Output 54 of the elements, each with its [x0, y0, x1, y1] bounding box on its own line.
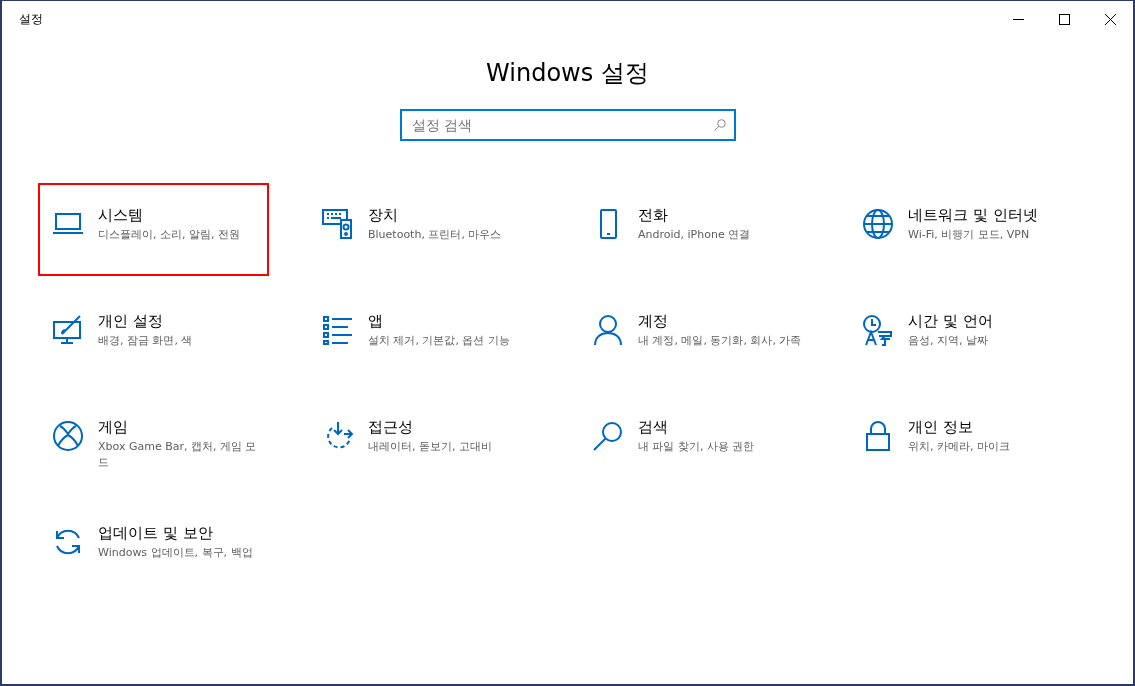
tile-title: 시스템	[98, 205, 144, 225]
tile-title: 장치	[368, 205, 399, 225]
list-icon	[322, 314, 354, 346]
search-field[interactable]: 설정 검색	[399, 109, 736, 141]
search-magnifier-icon	[592, 420, 624, 452]
settings-tile[interactable]: 개인 설정 배경, 잠금 화면, 색	[38, 289, 269, 382]
close-icon	[1104, 13, 1116, 25]
tile-description: Android, iPhone 연결	[638, 227, 752, 243]
monitor-brush-icon	[52, 314, 84, 346]
tile-description: 디스플레이, 소리, 알림, 전원	[98, 227, 241, 243]
tile-title: 전화	[638, 205, 669, 225]
settings-tile[interactable]: 계정 내 계정, 메일, 동기화, 회사, 가족	[578, 289, 809, 382]
settings-tile[interactable]: 접근성 내레이터, 돋보기, 고대비	[308, 395, 539, 488]
settings-tile[interactable]: 장치 Bluetooth, 프린터, 마우스	[308, 183, 539, 276]
tile-title: 업데이트 및 보안	[98, 523, 214, 543]
tile-description: Wi-Fi, 비행기 모드, VPN	[908, 227, 1031, 243]
tile-title: 접근성	[368, 417, 414, 437]
tile-title: 계정	[638, 311, 669, 331]
tile-description: 음성, 지역, 날짜	[908, 333, 989, 349]
tile-description: 내레이터, 돋보기, 고대비	[368, 439, 493, 455]
minimize-icon	[1012, 18, 1024, 20]
tile-description: 배경, 잠금 화면, 색	[98, 333, 194, 349]
tile-title: 검색	[638, 417, 669, 437]
settings-tile[interactable]: 시스템 디스플레이, 소리, 알림, 전원	[38, 183, 269, 276]
settings-tile[interactable]: 네트워크 및 인터넷 Wi-Fi, 비행기 모드, VPN	[848, 183, 1079, 276]
tile-description: Xbox Game Bar, 캡처, 게임 모드	[98, 439, 258, 471]
settings-tile[interactable]: 업데이트 및 보안 Windows 업데이트, 복구, 백업	[38, 501, 269, 594]
search-icon	[713, 119, 726, 131]
xbox-icon	[52, 420, 84, 452]
settings-tile[interactable]: 앱 설치 제거, 기본값, 옵션 기능	[308, 289, 539, 382]
maximize-icon	[1058, 13, 1070, 25]
tile-title: 앱	[368, 311, 384, 331]
tile-title: 게임	[98, 417, 129, 437]
settings-tile[interactable]: 개인 정보 위치, 카메라, 마이크	[848, 395, 1079, 488]
tile-description: 설치 제거, 기본값, 옵션 기능	[368, 333, 511, 349]
tile-description: 위치, 카메라, 마이크	[908, 439, 1011, 455]
tile-description: Bluetooth, 프린터, 마우스	[368, 227, 503, 243]
tile-description: 내 파일 찾기, 사용 권한	[638, 439, 756, 455]
globe-icon	[862, 208, 894, 240]
tile-title: 개인 정보	[908, 417, 974, 437]
settings-tile[interactable]: 게임 Xbox Game Bar, 캡처, 게임 모드	[38, 395, 269, 488]
window-title: 설정	[19, 11, 44, 27]
keyboard-speaker-icon	[322, 208, 354, 240]
settings-tile[interactable]: 검색 내 파일 찾기, 사용 권한	[578, 395, 809, 488]
page-heading: Windows 설정	[486, 58, 649, 89]
person-icon	[592, 314, 624, 346]
clock-letters-icon	[862, 314, 894, 346]
tile-description: 내 계정, 메일, 동기화, 회사, 가족	[638, 333, 803, 349]
tile-title: 개인 설정	[98, 311, 164, 331]
tile-title: 시간 및 언어	[908, 311, 994, 331]
tile-description: Windows 업데이트, 복구, 백업	[98, 545, 254, 561]
settings-tile[interactable]: 시간 및 언어 음성, 지역, 날짜	[848, 289, 1079, 382]
settings-tile[interactable]: 전화 Android, iPhone 연결	[578, 183, 809, 276]
tile-title: 네트워크 및 인터넷	[908, 205, 1039, 225]
